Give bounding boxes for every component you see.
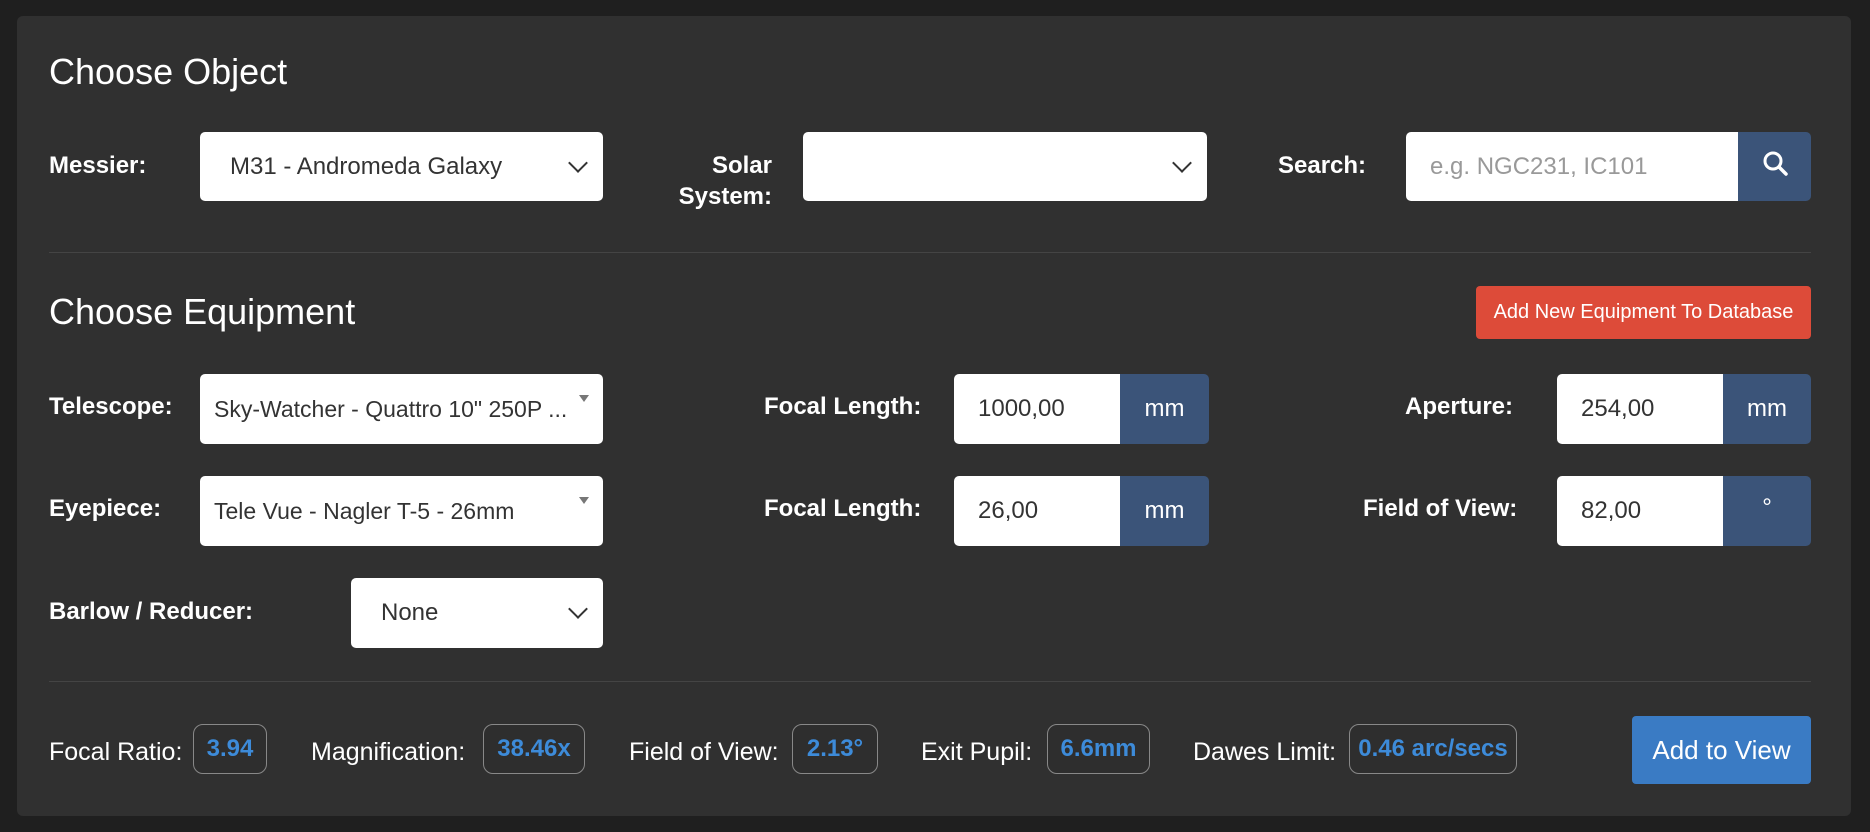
aperture-input[interactable]: 254,00	[1557, 374, 1723, 444]
dawes-limit-label: Dawes Limit:	[1193, 738, 1337, 766]
search-label: Search:	[1278, 152, 1367, 179]
exit-pupil-label: Exit Pupil:	[921, 738, 1033, 766]
eyepiece-focal-length-unit: mm	[1120, 476, 1209, 546]
search-icon	[1762, 150, 1788, 183]
telescope-focal-length-unit: mm	[1120, 374, 1209, 444]
solar-system-label: Solar System:	[657, 150, 772, 212]
add-new-equipment-button[interactable]: Add New Equipment To Database	[1476, 286, 1811, 339]
add-to-view-button[interactable]: Add to View	[1632, 716, 1811, 784]
eyepiece-select[interactable]: Tele Vue - Nagler T-5 - 26mm	[200, 476, 603, 546]
chevron-down-icon	[568, 599, 588, 619]
telescope-select[interactable]: Sky-Watcher - Quattro 10" 250P ...	[200, 374, 603, 444]
section-divider	[49, 252, 1811, 253]
choose-object-heading: Choose Object	[49, 51, 288, 92]
magnification-badge: 38.46x	[483, 724, 585, 774]
messier-select-value: M31 - Andromeda Galaxy	[230, 152, 503, 180]
search-placeholder: e.g. NGC231, IC101	[1430, 152, 1648, 180]
telescope-focal-length-input[interactable]: 1000,00	[954, 374, 1120, 444]
solar-label-line2: System:	[678, 183, 772, 211]
telescope-label: Telescope:	[49, 393, 173, 420]
solar-system-select[interactable]	[803, 132, 1207, 201]
eyepiece-select-value: Tele Vue - Nagler T-5 - 26mm	[214, 497, 515, 524]
aperture-unit: mm	[1723, 374, 1811, 444]
eyepiece-focal-length-input[interactable]: 26,00	[954, 476, 1120, 546]
dawes-limit-badge: 0.46 arc/secs	[1349, 724, 1517, 774]
eyepiece-fov-unit: °	[1723, 476, 1811, 546]
eyepiece-focal-length-label: Focal Length:	[764, 495, 922, 522]
search-input[interactable]: e.g. NGC231, IC101	[1406, 132, 1738, 201]
telescope-select-value: Sky-Watcher - Quattro 10" 250P ...	[214, 395, 568, 422]
exit-pupil-badge: 6.6mm	[1047, 724, 1150, 774]
eyepiece-label: Eyepiece:	[49, 495, 162, 522]
barlow-select[interactable]: None	[351, 578, 603, 648]
focal-ratio-badge: 3.94	[193, 724, 267, 774]
choose-equipment-heading: Choose Equipment	[49, 291, 356, 332]
eyepiece-fov-input[interactable]: 82,00	[1557, 476, 1723, 546]
result-fov-badge: 2.13°	[792, 724, 878, 774]
messier-label: Messier:	[49, 152, 147, 179]
magnification-label: Magnification:	[311, 738, 466, 766]
telescope-focal-length-label: Focal Length:	[764, 393, 922, 420]
main-panel: Choose Object Messier: M31 - Andromeda G…	[17, 16, 1851, 816]
search-button[interactable]	[1738, 132, 1811, 201]
messier-select[interactable]: M31 - Andromeda Galaxy	[200, 132, 603, 201]
section-divider	[49, 681, 1811, 682]
focal-ratio-label: Focal Ratio:	[49, 738, 183, 766]
eyepiece-focal-length-value: 26,00	[978, 497, 1039, 524]
dropdown-arrow-icon	[579, 496, 589, 504]
result-fov-label: Field of View:	[629, 738, 779, 766]
dropdown-arrow-icon	[579, 394, 589, 402]
telescope-focal-length-value: 1000,00	[978, 395, 1065, 422]
barlow-label: Barlow / Reducer:	[49, 598, 254, 625]
aperture-label: Aperture:	[1405, 393, 1514, 420]
solar-label-line1: Solar	[711, 152, 772, 179]
barlow-select-value: None	[381, 599, 439, 626]
aperture-value: 254,00	[1581, 395, 1655, 422]
eyepiece-fov-value: 82,00	[1581, 497, 1642, 524]
chevron-down-icon	[1172, 152, 1192, 173]
chevron-down-icon	[568, 152, 588, 173]
eyepiece-fov-label: Field of View:	[1363, 495, 1518, 522]
